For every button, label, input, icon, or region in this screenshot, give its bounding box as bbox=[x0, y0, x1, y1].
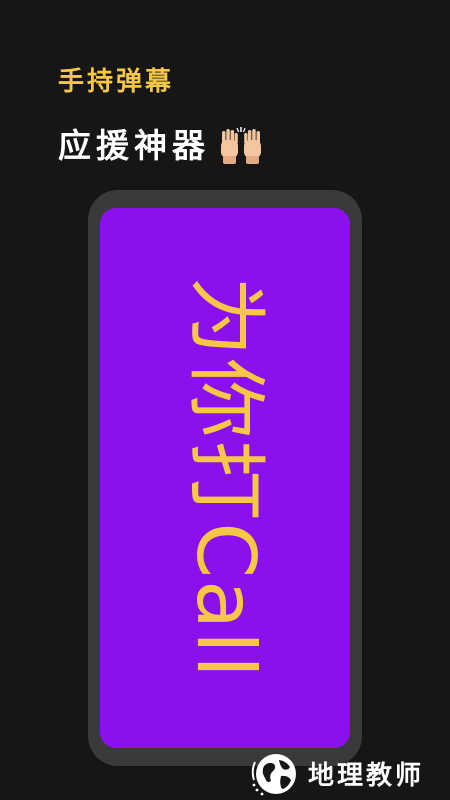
watermark: 地理教师 bbox=[248, 748, 424, 798]
danmaku-screen: 为你打Call bbox=[100, 208, 350, 748]
raised-hands-icon bbox=[218, 126, 264, 166]
watermark-text: 地理教师 bbox=[308, 760, 425, 791]
subtitle-text: 手持弹幕 bbox=[58, 67, 175, 97]
phone-frame: 为你打Call bbox=[88, 190, 362, 766]
headline: 应援神器 bbox=[58, 122, 264, 170]
globe-icon bbox=[251, 754, 296, 796]
danmaku-text: 为你打Call bbox=[179, 276, 272, 680]
headline-text: 应援神器 bbox=[58, 126, 210, 165]
